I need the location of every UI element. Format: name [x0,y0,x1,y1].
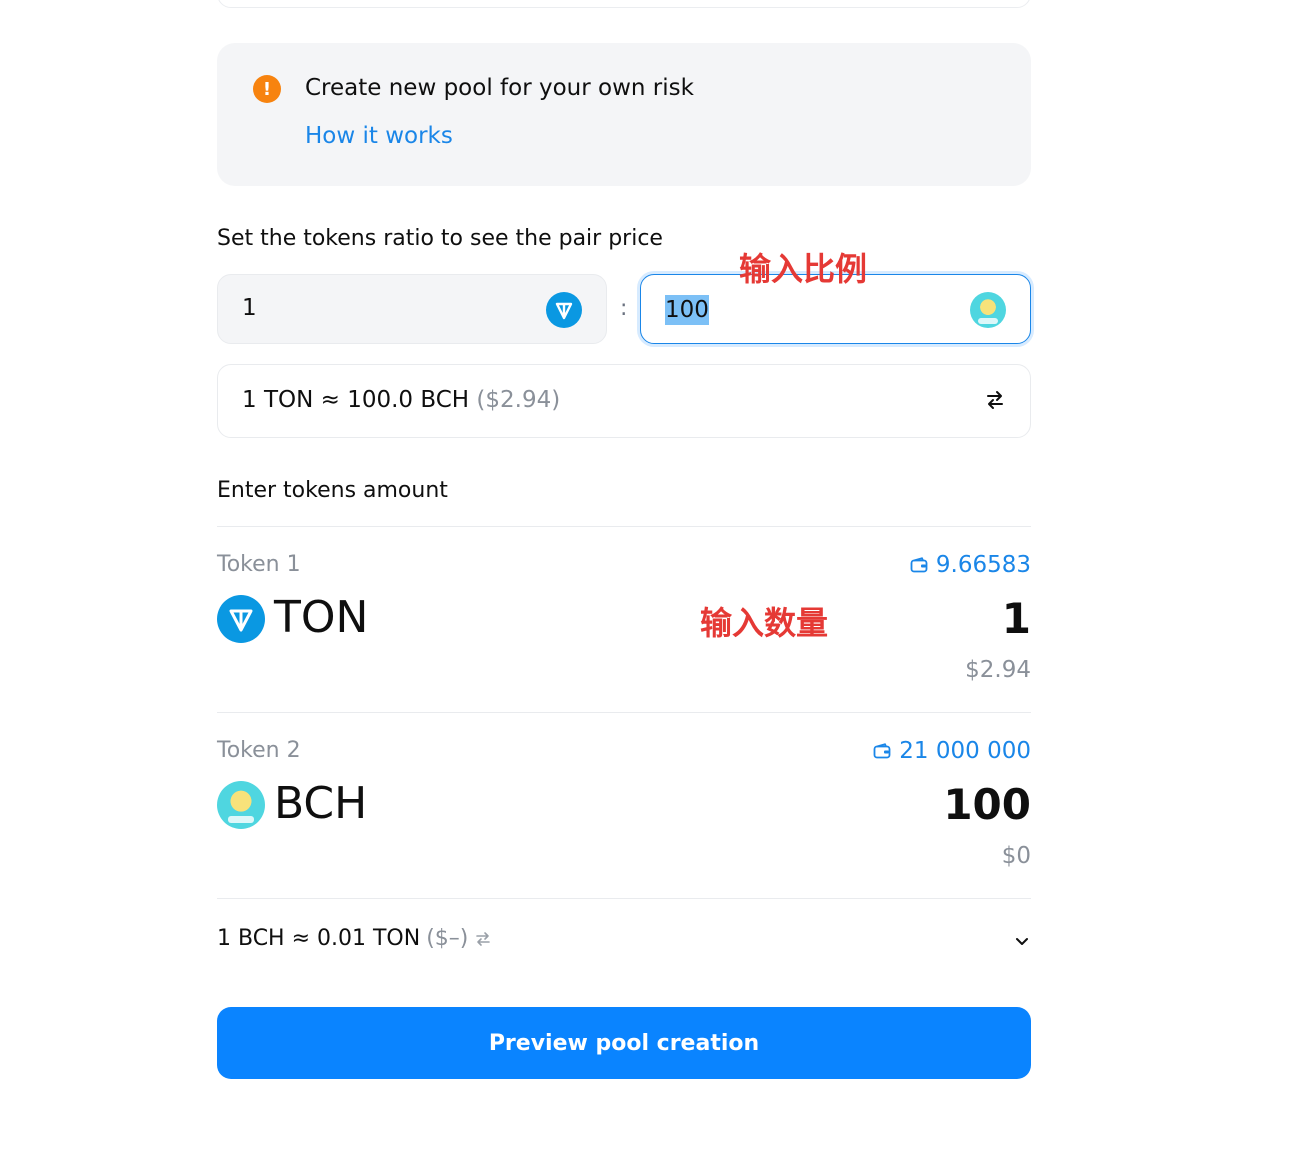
token2-balance[interactable]: 21 000 000 [873,738,1031,764]
ton-logo-icon [217,595,265,643]
ton-logo-icon [546,292,582,328]
reverse-rate: 1 BCH ≈ 0.01 TON ($–) [217,926,492,951]
ratio-separator: : [620,296,628,321]
divider [217,526,1031,527]
preview-pool-creation-button[interactable]: Preview pool creation [217,1007,1031,1079]
wallet-icon [873,743,891,759]
divider [217,712,1031,713]
token1-amount-input[interactable]: 1 [1002,594,1031,643]
bch-logo-icon [970,292,1006,328]
token1-usd-value: $2.94 [965,657,1031,683]
bch-logo-icon [217,781,265,829]
token1-label: Token 1 [217,552,301,577]
ratio-input-ton[interactable]: 1 [217,274,607,344]
ratio-section-title: Set the tokens ratio to see the pair pri… [217,226,663,251]
risk-notice-text: Create new pool for your own risk [305,75,694,101]
token2-symbol: BCH [274,778,368,829]
pair-price-usd: ($2.94) [476,387,561,413]
reverse-rate-main: 1 BCH ≈ 0.01 TON [217,926,421,951]
token2-balance-value: 21 000 000 [899,738,1031,764]
token2-label: Token 2 [217,738,301,763]
swap-direction-icon[interactable] [474,930,492,948]
ratio-input-ton-value: 1 [242,295,257,321]
annotation-amount: 输入数量 [700,604,829,642]
how-it-works-link[interactable]: How it works [305,123,453,149]
token2-amount-input[interactable]: 100 [943,780,1031,829]
swap-direction-icon[interactable] [984,389,1006,411]
pair-price-text: 1 TON ≈ 100.0 BCH ($2.94) [242,387,560,413]
chevron-down-icon[interactable] [1013,932,1031,950]
warning-icon: ! [253,75,281,103]
previous-card-edge [217,0,1031,8]
ratio-input-bch-value: 100 [665,295,709,325]
pair-price-main: 1 TON ≈ 100.0 BCH [242,387,470,413]
annotation-ratio: 输入比例 [739,250,868,288]
wallet-icon [910,557,928,573]
token1-balance[interactable]: 9.66583 [910,552,1031,578]
token1-symbol: TON [274,592,369,643]
token1-balance-value: 9.66583 [935,552,1031,578]
amount-section-title: Enter tokens amount [217,478,448,503]
pair-price-box: 1 TON ≈ 100.0 BCH ($2.94) [217,364,1031,438]
reverse-rate-usd: ($–) [426,926,469,951]
risk-notice: ! Create new pool for your own risk How … [217,43,1031,186]
divider [217,898,1031,899]
token2-usd-value: $0 [1001,843,1031,869]
